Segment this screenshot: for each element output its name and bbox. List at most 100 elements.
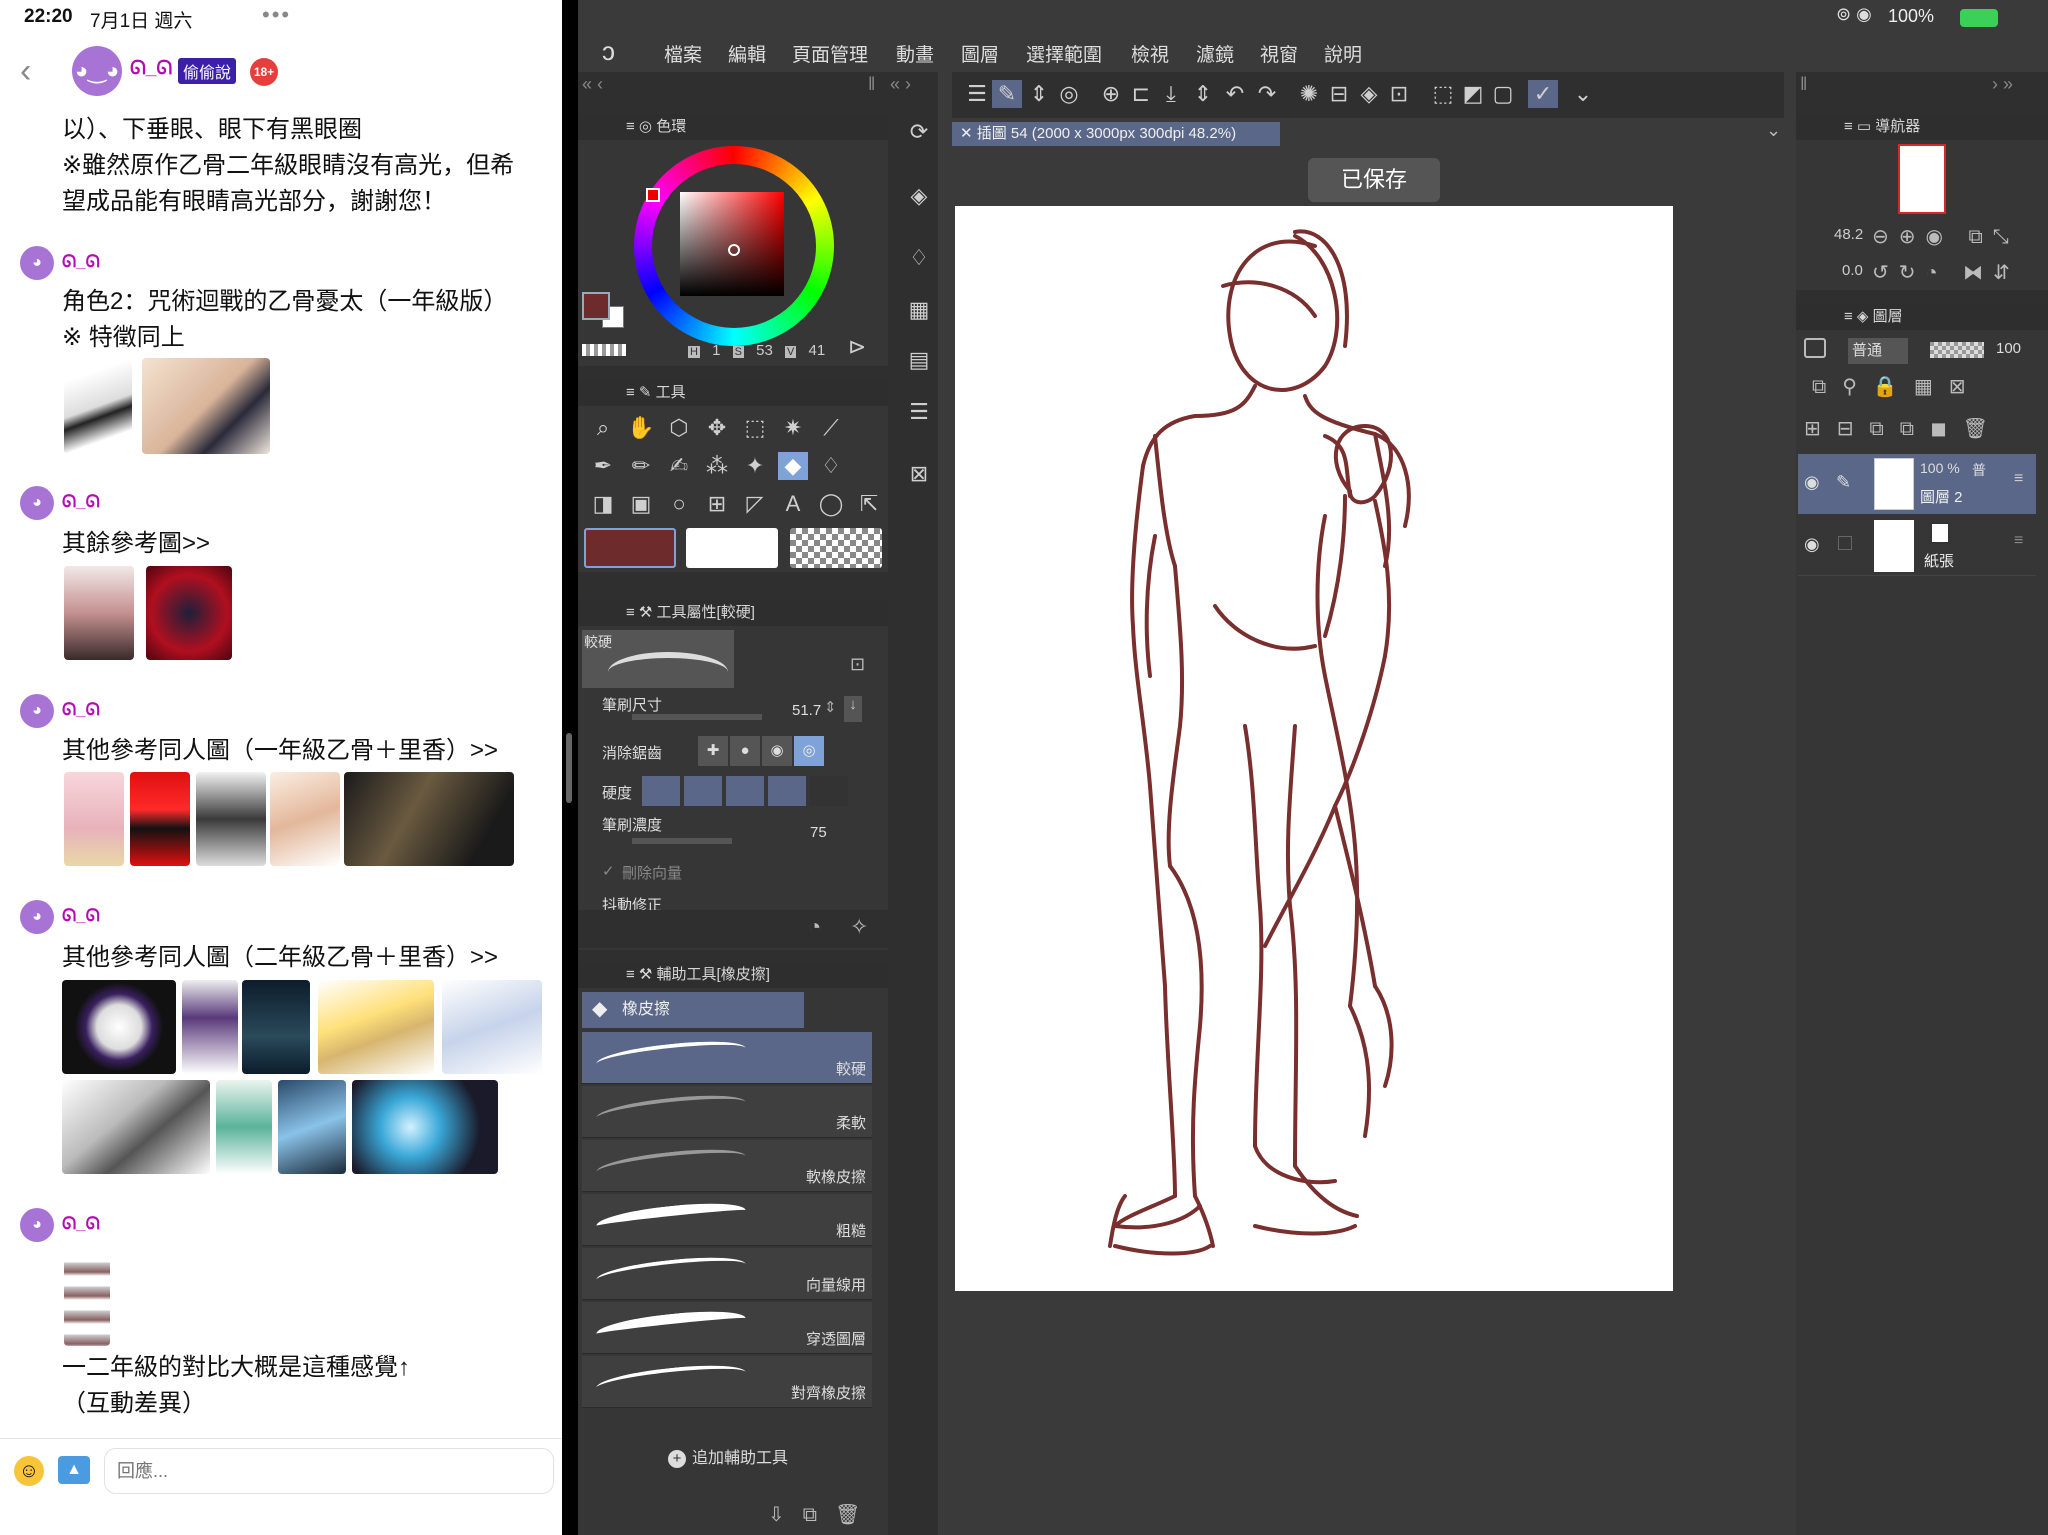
collapse-icon[interactable]: « ‹ [582, 74, 603, 95]
brush-icon[interactable]: ✍ [664, 452, 694, 480]
pen-icon[interactable]: ✎ [1836, 472, 1851, 493]
subtool-item[interactable]: 粗糙 [582, 1194, 872, 1246]
zoom-controls-icons[interactable]: ⊖⊕◉ ⧉⤡ [1872, 224, 2019, 249]
tab-menu-icon[interactable]: ⌄ [1766, 120, 1781, 141]
reference-image[interactable] [62, 980, 176, 1074]
main-color-swatch[interactable] [582, 292, 610, 320]
collapse-icon[interactable]: ‖ [1800, 74, 1807, 95]
reference-image[interactable] [62, 1080, 210, 1174]
fill-icon[interactable]: ◈ [1354, 80, 1384, 108]
reference-image[interactable] [64, 358, 132, 454]
avatar[interactable]: ◕‿◕ [72, 46, 122, 96]
visibility-icon[interactable]: ◉ [1804, 534, 1820, 555]
loading-icon[interactable]: ✺ [1294, 80, 1324, 108]
antialias-option[interactable]: ✚ [698, 736, 728, 766]
collapse-icon[interactable]: › » [1992, 74, 2013, 95]
split-handle[interactable] [566, 733, 572, 803]
layer-tool-row-2[interactable]: ⊞⊟⧉⧉◼🗑 [1804, 416, 2004, 441]
main-color-bar[interactable] [584, 528, 676, 568]
menu-edit[interactable]: 編輯 [728, 40, 766, 67]
app-logo-icon[interactable]: ↄ [602, 36, 615, 67]
reference-image[interactable] [64, 1252, 110, 1346]
sub-color-bar[interactable] [686, 528, 778, 568]
transform-icon[interactable]: ⊡ [1384, 80, 1414, 108]
move-icon[interactable]: ✥ [702, 414, 732, 442]
lock-icon[interactable]: ⊡ [850, 654, 865, 675]
subtool-item[interactable]: 向量線用 [582, 1248, 872, 1300]
updown-icon[interactable]: ⇕ [1024, 80, 1054, 108]
menu-help[interactable]: 說明 [1324, 40, 1362, 67]
rotation-controls-icons[interactable]: ↺↻◔ ⧓⇵ [1872, 260, 2020, 285]
layer-item-paper[interactable]: ◉ 紙張 ≡ [1798, 516, 2036, 576]
reference-image[interactable] [442, 980, 542, 1074]
menu-filter[interactable]: 濾鏡 [1196, 40, 1234, 67]
navigator-thumbnail[interactable] [1898, 144, 1946, 214]
layer-menu-icon[interactable]: ≡ [2014, 532, 2023, 550]
film-icon[interactable]: ▤ [904, 346, 934, 374]
reply-input[interactable] [104, 1448, 554, 1494]
hardness-step[interactable] [726, 776, 764, 806]
check-icon[interactable]: ✓ [602, 862, 615, 880]
pencil-icon[interactable]: ✏ [626, 452, 656, 480]
pen-icon[interactable]: ✒ [588, 452, 618, 480]
menu-layer[interactable]: 圖層 [961, 40, 999, 67]
opacity-slider[interactable] [1930, 342, 1984, 358]
hamburger-icon[interactable]: ☰ [962, 80, 992, 108]
hardness-step[interactable] [684, 776, 722, 806]
emoji-icon[interactable]: ☺ [14, 1456, 44, 1486]
canvas-page[interactable] [955, 206, 1673, 1291]
gradient-icon[interactable]: ▣ [626, 490, 656, 518]
arrows-icon[interactable]: ⇕ [1188, 80, 1218, 108]
reference-image[interactable] [196, 772, 266, 866]
message-avatar[interactable]: ◕ [20, 1208, 54, 1242]
operation-icon[interactable]: ⇱ [854, 490, 884, 518]
menu-selection[interactable]: 選擇範圍 [1026, 40, 1102, 67]
hue-picker[interactable] [646, 188, 660, 202]
menu-window[interactable]: 視窗 [1260, 40, 1298, 67]
reference-image[interactable] [242, 980, 310, 1074]
reference-image[interactable] [142, 358, 270, 454]
new-icon[interactable]: ⊕ [1096, 80, 1126, 108]
magic-wand-icon[interactable]: ✷ [778, 414, 808, 442]
reference-image[interactable] [146, 566, 232, 660]
show-icon[interactable]: ▢ [1488, 80, 1518, 108]
transparent-color-bar[interactable] [790, 528, 882, 568]
airbrush-icon[interactable]: ⁂ [702, 452, 732, 480]
color-mode-icon[interactable]: ⊳ [848, 334, 866, 360]
menu-animation[interactable]: 動畫 [896, 40, 934, 67]
text-icon[interactable]: A [778, 490, 808, 518]
ruler-icon[interactable]: ◸ [740, 490, 770, 518]
layer-tool-row-1[interactable]: ⧉⚲🔒▦⊠ [1812, 374, 1982, 399]
undo-icon[interactable]: ↶ [1220, 80, 1250, 108]
add-subtool-button[interactable]: + 追加輔助工具 [668, 1444, 788, 1468]
layer-menu-icon[interactable]: ≡ [2014, 470, 2023, 488]
hardness-step[interactable] [810, 776, 848, 806]
subtool-footer-icons[interactable]: ⇩⧉🗑 [768, 1502, 878, 1527]
open-icon[interactable]: ⊏ [1126, 80, 1156, 108]
menu-page[interactable]: 頁面管理 [792, 40, 868, 67]
fill-icon[interactable]: ◨ [588, 490, 618, 518]
droplets-icon[interactable]: ♢ [904, 244, 934, 272]
brush-size-row[interactable]: 筆刷尺寸 51.7 ⇕ ↓ [602, 690, 862, 724]
subtool-group-tab[interactable]: 橡皮擦 [582, 992, 804, 1028]
delete-vector-row[interactable]: ✓ 刪除向量 [602, 858, 862, 892]
hardness-row[interactable]: 硬度 [602, 774, 862, 808]
reference-image[interactable] [130, 772, 190, 866]
density-row[interactable]: 筆刷濃度 75 [602, 812, 862, 846]
decoration-icon[interactable]: ✦ [740, 452, 770, 480]
balloon-icon[interactable]: ◯ [816, 490, 846, 518]
subtool-item[interactable]: 軟橡皮擦 [582, 1140, 872, 1192]
antialias-option[interactable]: ◉ [762, 736, 792, 766]
frame-icon[interactable]: ⊠ [904, 460, 934, 488]
wrench-icon[interactable]: ✧ [850, 914, 868, 940]
subtool-item[interactable]: 穿透圖層 [582, 1302, 872, 1354]
message-avatar[interactable]: ◕ [20, 900, 54, 934]
select-rect-icon[interactable]: ⬚ [740, 414, 770, 442]
layer-item-selected[interactable]: ◉ ✎ 100 % 普 圖層 2 ≡ [1798, 454, 2036, 514]
clear-icon[interactable]: ⊟ [1324, 80, 1354, 108]
invert-icon[interactable]: ◩ [1458, 80, 1488, 108]
brush-size-preset-icon[interactable]: ↓ [844, 696, 862, 722]
eyedropper-icon[interactable]: ⟋ [816, 414, 846, 442]
collapse-icon[interactable]: « › [890, 74, 911, 95]
layer-checkbox[interactable] [1838, 536, 1852, 550]
